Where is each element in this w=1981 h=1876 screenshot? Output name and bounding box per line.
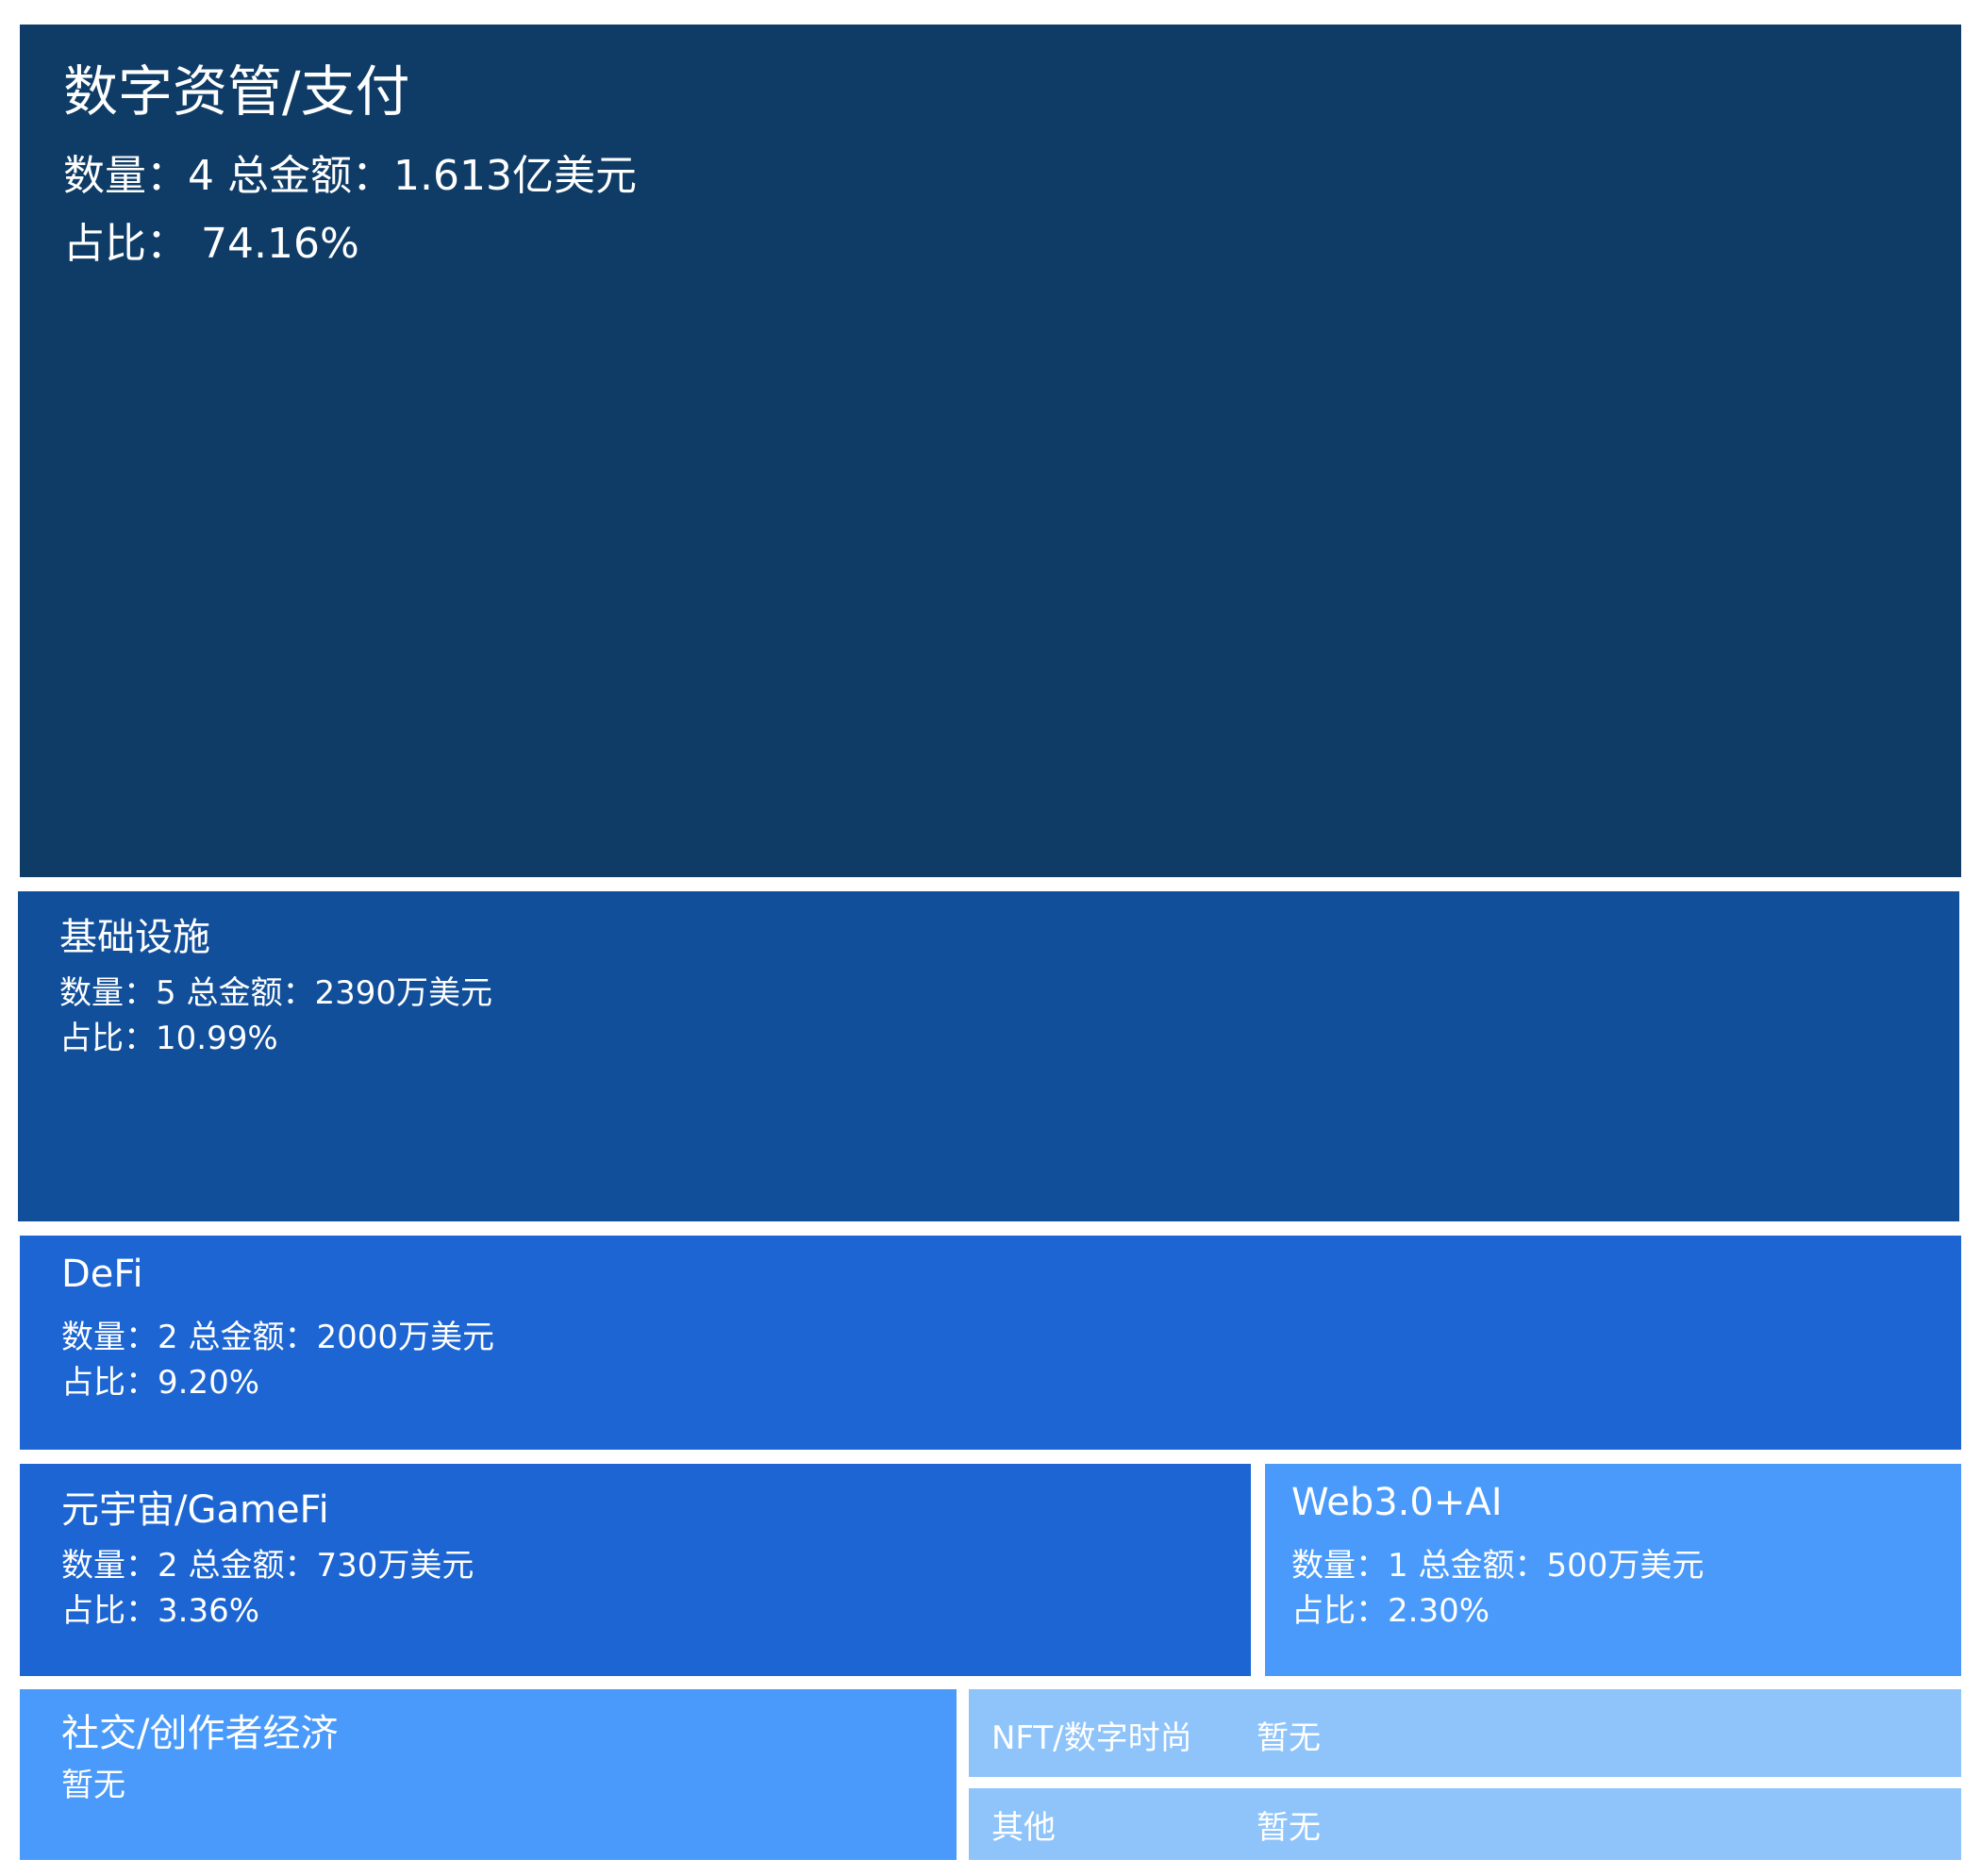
tile-count-amount-label: 数量：1 总金额：500万美元 <box>1291 1547 1705 1585</box>
tile-share-label: 占比：3.36% <box>61 1592 260 1630</box>
tile-nft-digital-fashion[interactable]: NFT/数字时尚 暂无 <box>969 1689 1961 1777</box>
tile-count-amount-label: 数量：5 总金额：2390万美元 <box>59 974 492 1012</box>
tile-title: Web3.0+AI <box>1291 1481 1503 1524</box>
tile-share-label: 占比：2.30% <box>1291 1592 1490 1630</box>
tile-title: 元宇宙/GameFi <box>61 1488 329 1532</box>
tile-title: 基础设施 <box>59 916 210 959</box>
tile-share-label: 占比：9.20% <box>61 1364 260 1402</box>
tile-title: DeFi <box>61 1253 143 1296</box>
treemap-chart: 数字资管/支付 数量：4 总金额：1.613亿美元 占比： 74.16% 基础设… <box>0 0 1981 1876</box>
tile-infrastructure[interactable]: 基础设施 数量：5 总金额：2390万美元 占比：10.99% <box>18 891 1959 1221</box>
tile-title: 数字资管/支付 <box>63 59 410 124</box>
tile-count-amount-label: 数量：2 总金额：730万美元 <box>61 1547 474 1585</box>
tile-share-label: 占比： 74.16% <box>63 220 359 268</box>
tile-title: NFT/数字时尚 <box>991 1719 1192 1757</box>
tile-empty-label: 暂无 <box>1257 1719 1321 1757</box>
tile-share-label: 占比：10.99% <box>59 1020 278 1057</box>
tile-digital-asset-payment[interactable]: 数字资管/支付 数量：4 总金额：1.613亿美元 占比： 74.16% <box>20 25 1961 877</box>
tile-title: 其他 <box>991 1809 1056 1847</box>
tile-other[interactable]: 其他 暂无 <box>969 1788 1961 1860</box>
tile-web3-ai[interactable]: Web3.0+AI 数量：1 总金额：500万美元 占比：2.30% <box>1265 1464 1961 1676</box>
tile-metaverse-gamefi[interactable]: 元宇宙/GameFi 数量：2 总金额：730万美元 占比：3.36% <box>20 1464 1251 1676</box>
tile-defi[interactable]: DeFi 数量：2 总金额：2000万美元 占比：9.20% <box>20 1236 1961 1450</box>
tile-count-amount-label: 数量：2 总金额：2000万美元 <box>61 1319 494 1356</box>
tile-empty-label: 暂无 <box>1257 1809 1321 1847</box>
tile-count-amount-label: 数量：4 总金额：1.613亿美元 <box>63 152 637 200</box>
tile-title: 社交/创作者经济 <box>61 1712 339 1755</box>
tile-empty-label: 暂无 <box>61 1767 125 1804</box>
tile-social-creator-economy[interactable]: 社交/创作者经济 暂无 <box>20 1689 957 1860</box>
